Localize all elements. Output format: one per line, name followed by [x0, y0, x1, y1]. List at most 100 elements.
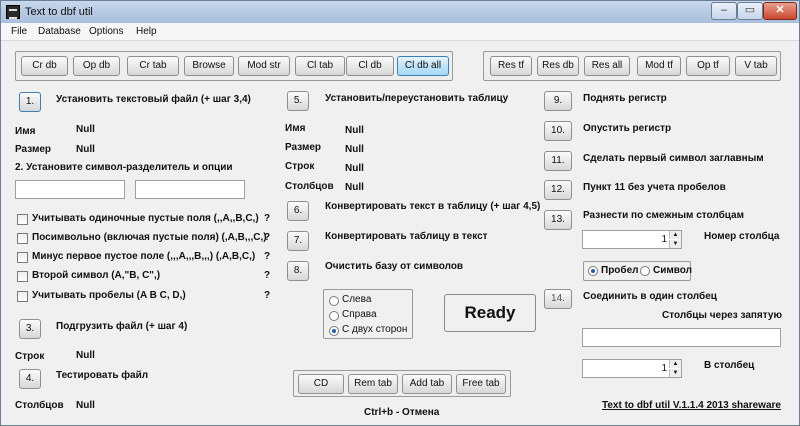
op-tf-button[interactable]: Op tf [686, 56, 730, 76]
window-title: Text to dbf util [25, 6, 93, 18]
menu-file[interactable]: File [11, 26, 27, 37]
maximize-button[interactable]: ▭ [737, 2, 763, 20]
option-checkbox-3[interactable] [17, 252, 28, 263]
menu-options[interactable]: Options [89, 26, 123, 37]
browse-button[interactable]: Browse [184, 56, 234, 76]
op-db-button[interactable]: Op db [73, 56, 120, 76]
option-checkbox-1[interactable] [17, 214, 28, 225]
add-tab-button[interactable]: Add tab [402, 374, 452, 394]
step2-label: 2. Установите символ-разделитель и опции [15, 162, 233, 173]
spin-down-icon[interactable]: ▼ [669, 369, 681, 377]
spin-down-icon[interactable]: ▼ [669, 240, 681, 248]
mod-str-button[interactable]: Mod str [238, 56, 290, 76]
menu-bar: File Database Options Help [1, 23, 799, 41]
step4-button[interactable]: 4. [19, 369, 41, 389]
option-help-5[interactable]: ? [264, 290, 270, 301]
step8-button[interactable]: 8. [287, 261, 309, 281]
option-help-2[interactable]: ? [264, 232, 270, 243]
symbol-label: Символ [653, 265, 692, 276]
option-input[interactable] [135, 180, 245, 199]
table-rows-value: Null [345, 163, 364, 174]
symbol-radio[interactable] [640, 266, 650, 276]
file-name-value: Null [76, 124, 95, 135]
option-checkbox-5[interactable] [17, 291, 28, 302]
mod-tf-button[interactable]: Mod tf [637, 56, 681, 76]
title-bar[interactable]: Text to dbf util – ▭ ✕ [1, 1, 799, 23]
step9-button[interactable]: 9. [544, 91, 572, 111]
step6-label: Конвертировать текст в таблицу (+ шаг 4,… [325, 201, 541, 212]
toolbar-left: Cr db Op db Cr tab Browse Mod str Cl tab… [15, 51, 453, 81]
target-column-value: 1 [661, 363, 667, 374]
step12-button[interactable]: 12. [544, 180, 572, 200]
cancel-hint: Ctrl+b - Отмена [364, 407, 440, 418]
v-tab-button[interactable]: V tab [735, 56, 777, 76]
step12-label: Пункт 11 без учета пробелов [583, 182, 726, 193]
column-number-spinner[interactable]: 1 ▲ ▼ [582, 230, 682, 249]
trim-left-radio[interactable] [329, 296, 339, 306]
trim-right-radio[interactable] [329, 311, 339, 321]
menu-database[interactable]: Database [38, 26, 81, 37]
step14-button[interactable]: 14. [544, 289, 572, 309]
about-link[interactable]: Text to dbf util V.1.1.4 2013 shareware [602, 400, 781, 411]
menu-help[interactable]: Help [136, 26, 157, 37]
minimize-button[interactable]: – [711, 2, 737, 20]
step10-label: Опустить регистр [583, 123, 672, 134]
step4-label: Тестировать файл [56, 370, 149, 381]
option-label-3: Минус первое пустое поле (,,,A,,,B,,,) (… [32, 251, 256, 262]
step3-button[interactable]: 3. [19, 319, 41, 339]
rows-value: Null [76, 350, 95, 361]
table-size-label: Размер [285, 142, 322, 153]
option-help-4[interactable]: ? [264, 270, 270, 281]
cols-comma-input[interactable] [582, 328, 781, 347]
step13-button[interactable]: 13. [544, 210, 572, 230]
option-help-3[interactable]: ? [264, 251, 270, 262]
toolbar-right: Res tf Res db Res all Mod tf Op tf V tab [483, 51, 781, 81]
table-button-bar: CD Rem tab Add tab Free tab [293, 370, 511, 397]
step5-label: Установить/переустановить таблицу [325, 93, 509, 104]
res-db-button[interactable]: Res db [537, 56, 579, 76]
step8-label: Очистить базу от символов [325, 261, 464, 272]
cr-tab-button[interactable]: Cr tab [127, 56, 179, 76]
trim-radio-group: Слева Справа С двух сторон [323, 289, 413, 339]
step14-label: Соединить в один столбец [583, 291, 717, 302]
option-checkbox-2[interactable] [17, 233, 28, 244]
free-tab-button[interactable]: Free tab [456, 374, 506, 394]
step7-button[interactable]: 7. [287, 231, 309, 251]
delimiter-input[interactable] [15, 180, 125, 199]
space-label: Пробел [601, 265, 639, 276]
spin-up-icon[interactable]: ▲ [669, 360, 681, 368]
space-radio[interactable] [588, 266, 598, 276]
table-rows-label: Строк [285, 161, 315, 172]
spin-up-icon[interactable]: ▲ [669, 231, 681, 239]
step7-label: Конвертировать таблицу в текст [325, 231, 488, 242]
cl-tab-button[interactable]: Cl tab [295, 56, 345, 76]
step1-button[interactable]: 1. [19, 92, 41, 112]
step6-button[interactable]: 6. [287, 201, 309, 221]
table-name-label: Имя [285, 123, 306, 134]
close-button[interactable]: ✕ [763, 2, 797, 20]
option-checkbox-4[interactable] [17, 271, 28, 282]
cd-button[interactable]: CD [298, 374, 344, 394]
rem-tab-button[interactable]: Rem tab [348, 374, 398, 394]
target-column-spinner[interactable]: 1 ▲ ▼ [582, 359, 682, 378]
table-name-value: Null [345, 125, 364, 136]
option-help-1[interactable]: ? [264, 213, 270, 224]
trim-right-label: Справа [342, 309, 377, 320]
cl-db-button[interactable]: Cl db [346, 56, 394, 76]
step11-label: Сделать первый символ заглавным [583, 153, 764, 164]
trim-both-radio[interactable] [329, 326, 339, 336]
step5-button[interactable]: 5. [287, 91, 309, 111]
step10-button[interactable]: 10. [544, 121, 572, 141]
cl-db-all-button[interactable]: Cl db all [397, 56, 449, 76]
step11-button[interactable]: 11. [544, 151, 572, 171]
res-all-button[interactable]: Res all [584, 56, 630, 76]
step3-label: Подгрузить файл (+ шаг 4) [56, 321, 188, 332]
cr-db-button[interactable]: Cr db [21, 56, 68, 76]
table-cols-value: Null [345, 182, 364, 193]
file-size-value: Null [76, 144, 95, 155]
cols-label: Столбцов [15, 400, 64, 411]
step13-label: Разнести по смежным столбцам [583, 210, 745, 221]
res-tf-button[interactable]: Res tf [490, 56, 532, 76]
target-column-label: В столбец [704, 360, 755, 371]
option-label-2: Посимвольно (включая пустые поля) (,A,B,… [32, 232, 267, 243]
